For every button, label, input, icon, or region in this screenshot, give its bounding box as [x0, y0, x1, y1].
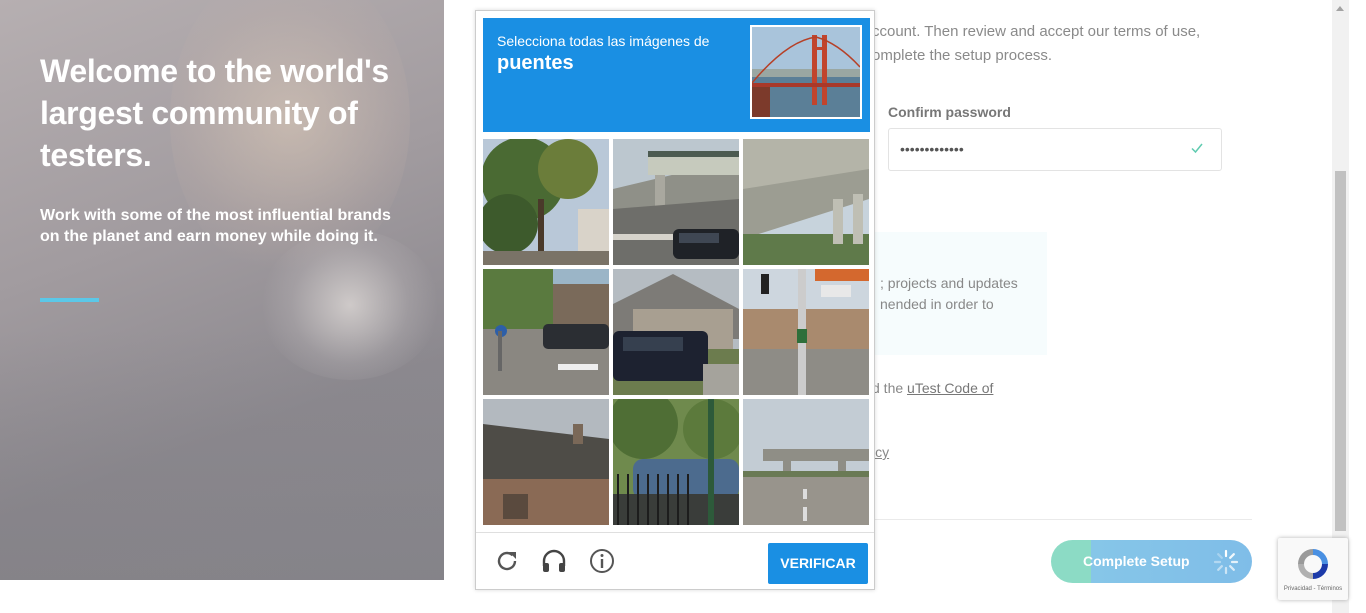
- confirm-password-value: •••••••••••••: [900, 141, 964, 157]
- page: Welcome to the world's largest community…: [0, 0, 1366, 613]
- code-of-conduct-text: d the uTest Code of: [872, 380, 993, 396]
- captcha-instruction: Selecciona todas las imágenes de: [497, 33, 710, 49]
- notice-text: ; projects and updates nended in order t…: [880, 275, 1018, 312]
- captcha-tile-1[interactable]: [483, 139, 609, 265]
- loading-spinner-icon: [1213, 549, 1239, 575]
- captcha-tile-2[interactable]: [613, 139, 739, 265]
- complete-setup-button[interactable]: Complete Setup: [1051, 540, 1252, 583]
- page-scrollbar[interactable]: [1332, 0, 1349, 613]
- hero-shade: [0, 330, 444, 580]
- headphones-icon[interactable]: [540, 547, 568, 575]
- captcha-tile-6[interactable]: [743, 269, 869, 395]
- info-icon[interactable]: [588, 547, 616, 575]
- captcha-tile-3[interactable]: [743, 139, 869, 265]
- verify-button[interactable]: VERIFICAR: [768, 543, 868, 584]
- captcha-header: Selecciona todas las imágenes de puentes: [483, 18, 870, 132]
- captcha-sample-image: [750, 25, 862, 119]
- check-icon: [1191, 143, 1203, 154]
- confirm-password-label: Confirm password: [888, 104, 1011, 120]
- captcha-footer: VERIFICAR: [476, 532, 874, 589]
- form-intro-line-1: ccount. Then review and accept our terms…: [872, 23, 1201, 40]
- hero-title: Welcome to the world's largest community…: [40, 53, 389, 173]
- recaptcha-logo-icon: [1298, 549, 1328, 579]
- complete-setup-label: Complete Setup: [1083, 553, 1190, 569]
- scrollbar-thumb[interactable]: [1335, 171, 1346, 531]
- captcha-challenge: Selecciona todas las imágenes de puentes: [475, 10, 875, 590]
- code-of-conduct-link[interactable]: uTest Code of: [907, 380, 993, 396]
- hero-panel: Welcome to the world's largest community…: [0, 0, 444, 580]
- captcha-tile-9[interactable]: [743, 399, 869, 525]
- captcha-tile-4[interactable]: [483, 269, 609, 395]
- notice-box: ; projects and updates nended in order t…: [872, 232, 1047, 355]
- recaptcha-badge[interactable]: Privacidad - Términos: [1278, 538, 1348, 600]
- captcha-tile-8[interactable]: [613, 399, 739, 525]
- captcha-target: puentes: [497, 52, 574, 74]
- form-divider: [872, 519, 1252, 520]
- captcha-tile-7[interactable]: [483, 399, 609, 525]
- confirm-password-field[interactable]: •••••••••••••: [888, 128, 1222, 171]
- captcha-tile-5[interactable]: [613, 269, 739, 395]
- scroll-up-arrow-icon[interactable]: [1336, 6, 1344, 11]
- recaptcha-links[interactable]: Privacidad - Términos: [1278, 586, 1348, 592]
- form-intro-line-2: omplete the setup process.: [872, 47, 1053, 64]
- hero-subtitle: Work with some of the most influential b…: [40, 207, 391, 245]
- captcha-image-grid: [483, 139, 870, 526]
- code-prefix: d the: [872, 380, 908, 396]
- reload-icon[interactable]: [493, 547, 521, 575]
- hero-accent-bar: [40, 298, 99, 302]
